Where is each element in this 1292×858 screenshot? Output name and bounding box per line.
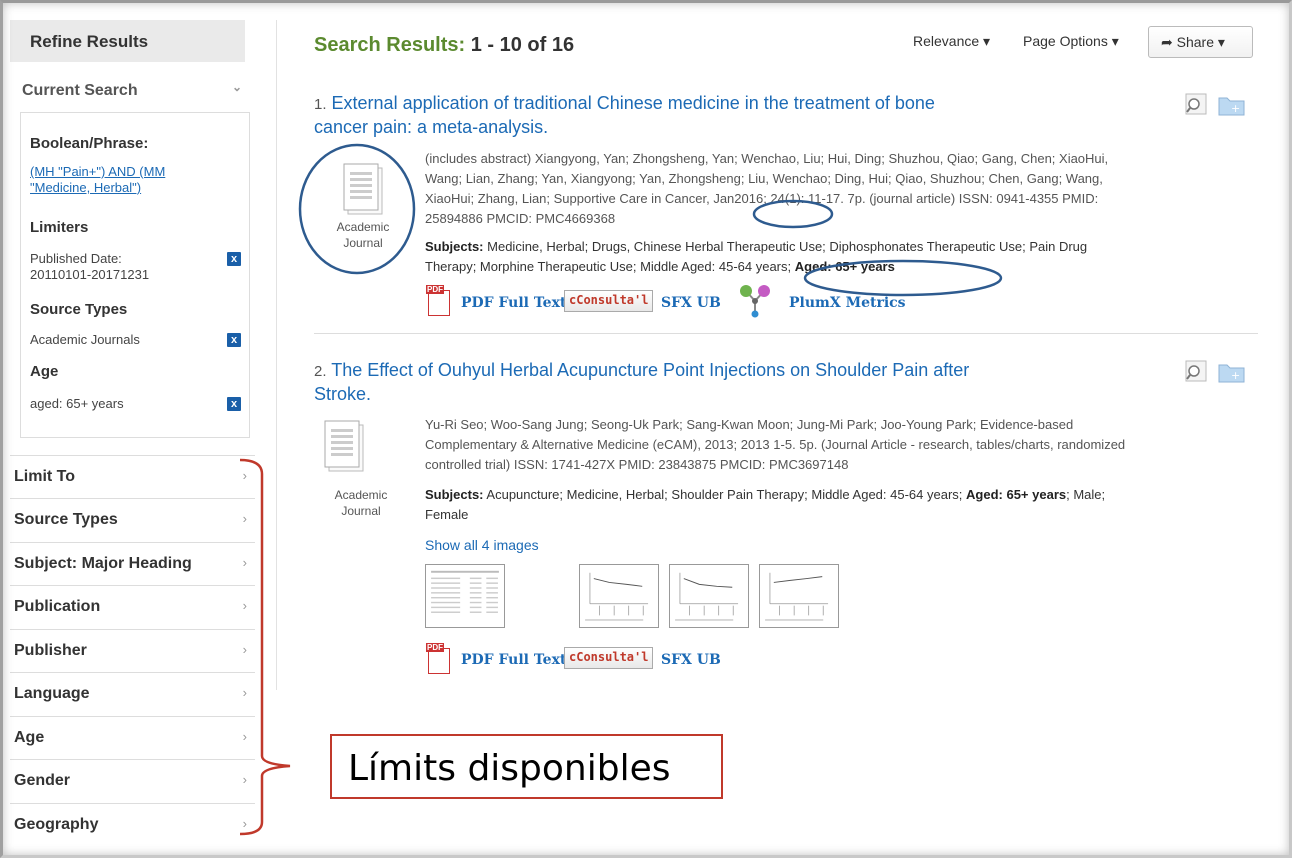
highlight-circle-doc-type	[298, 143, 416, 275]
highlight-circle-date	[752, 199, 834, 229]
facets-bracket	[239, 458, 291, 836]
annotation-overlay	[239, 143, 1003, 836]
highlight-circle-age	[803, 259, 1003, 297]
available-limits-callout: Límits disponibles	[330, 734, 723, 799]
